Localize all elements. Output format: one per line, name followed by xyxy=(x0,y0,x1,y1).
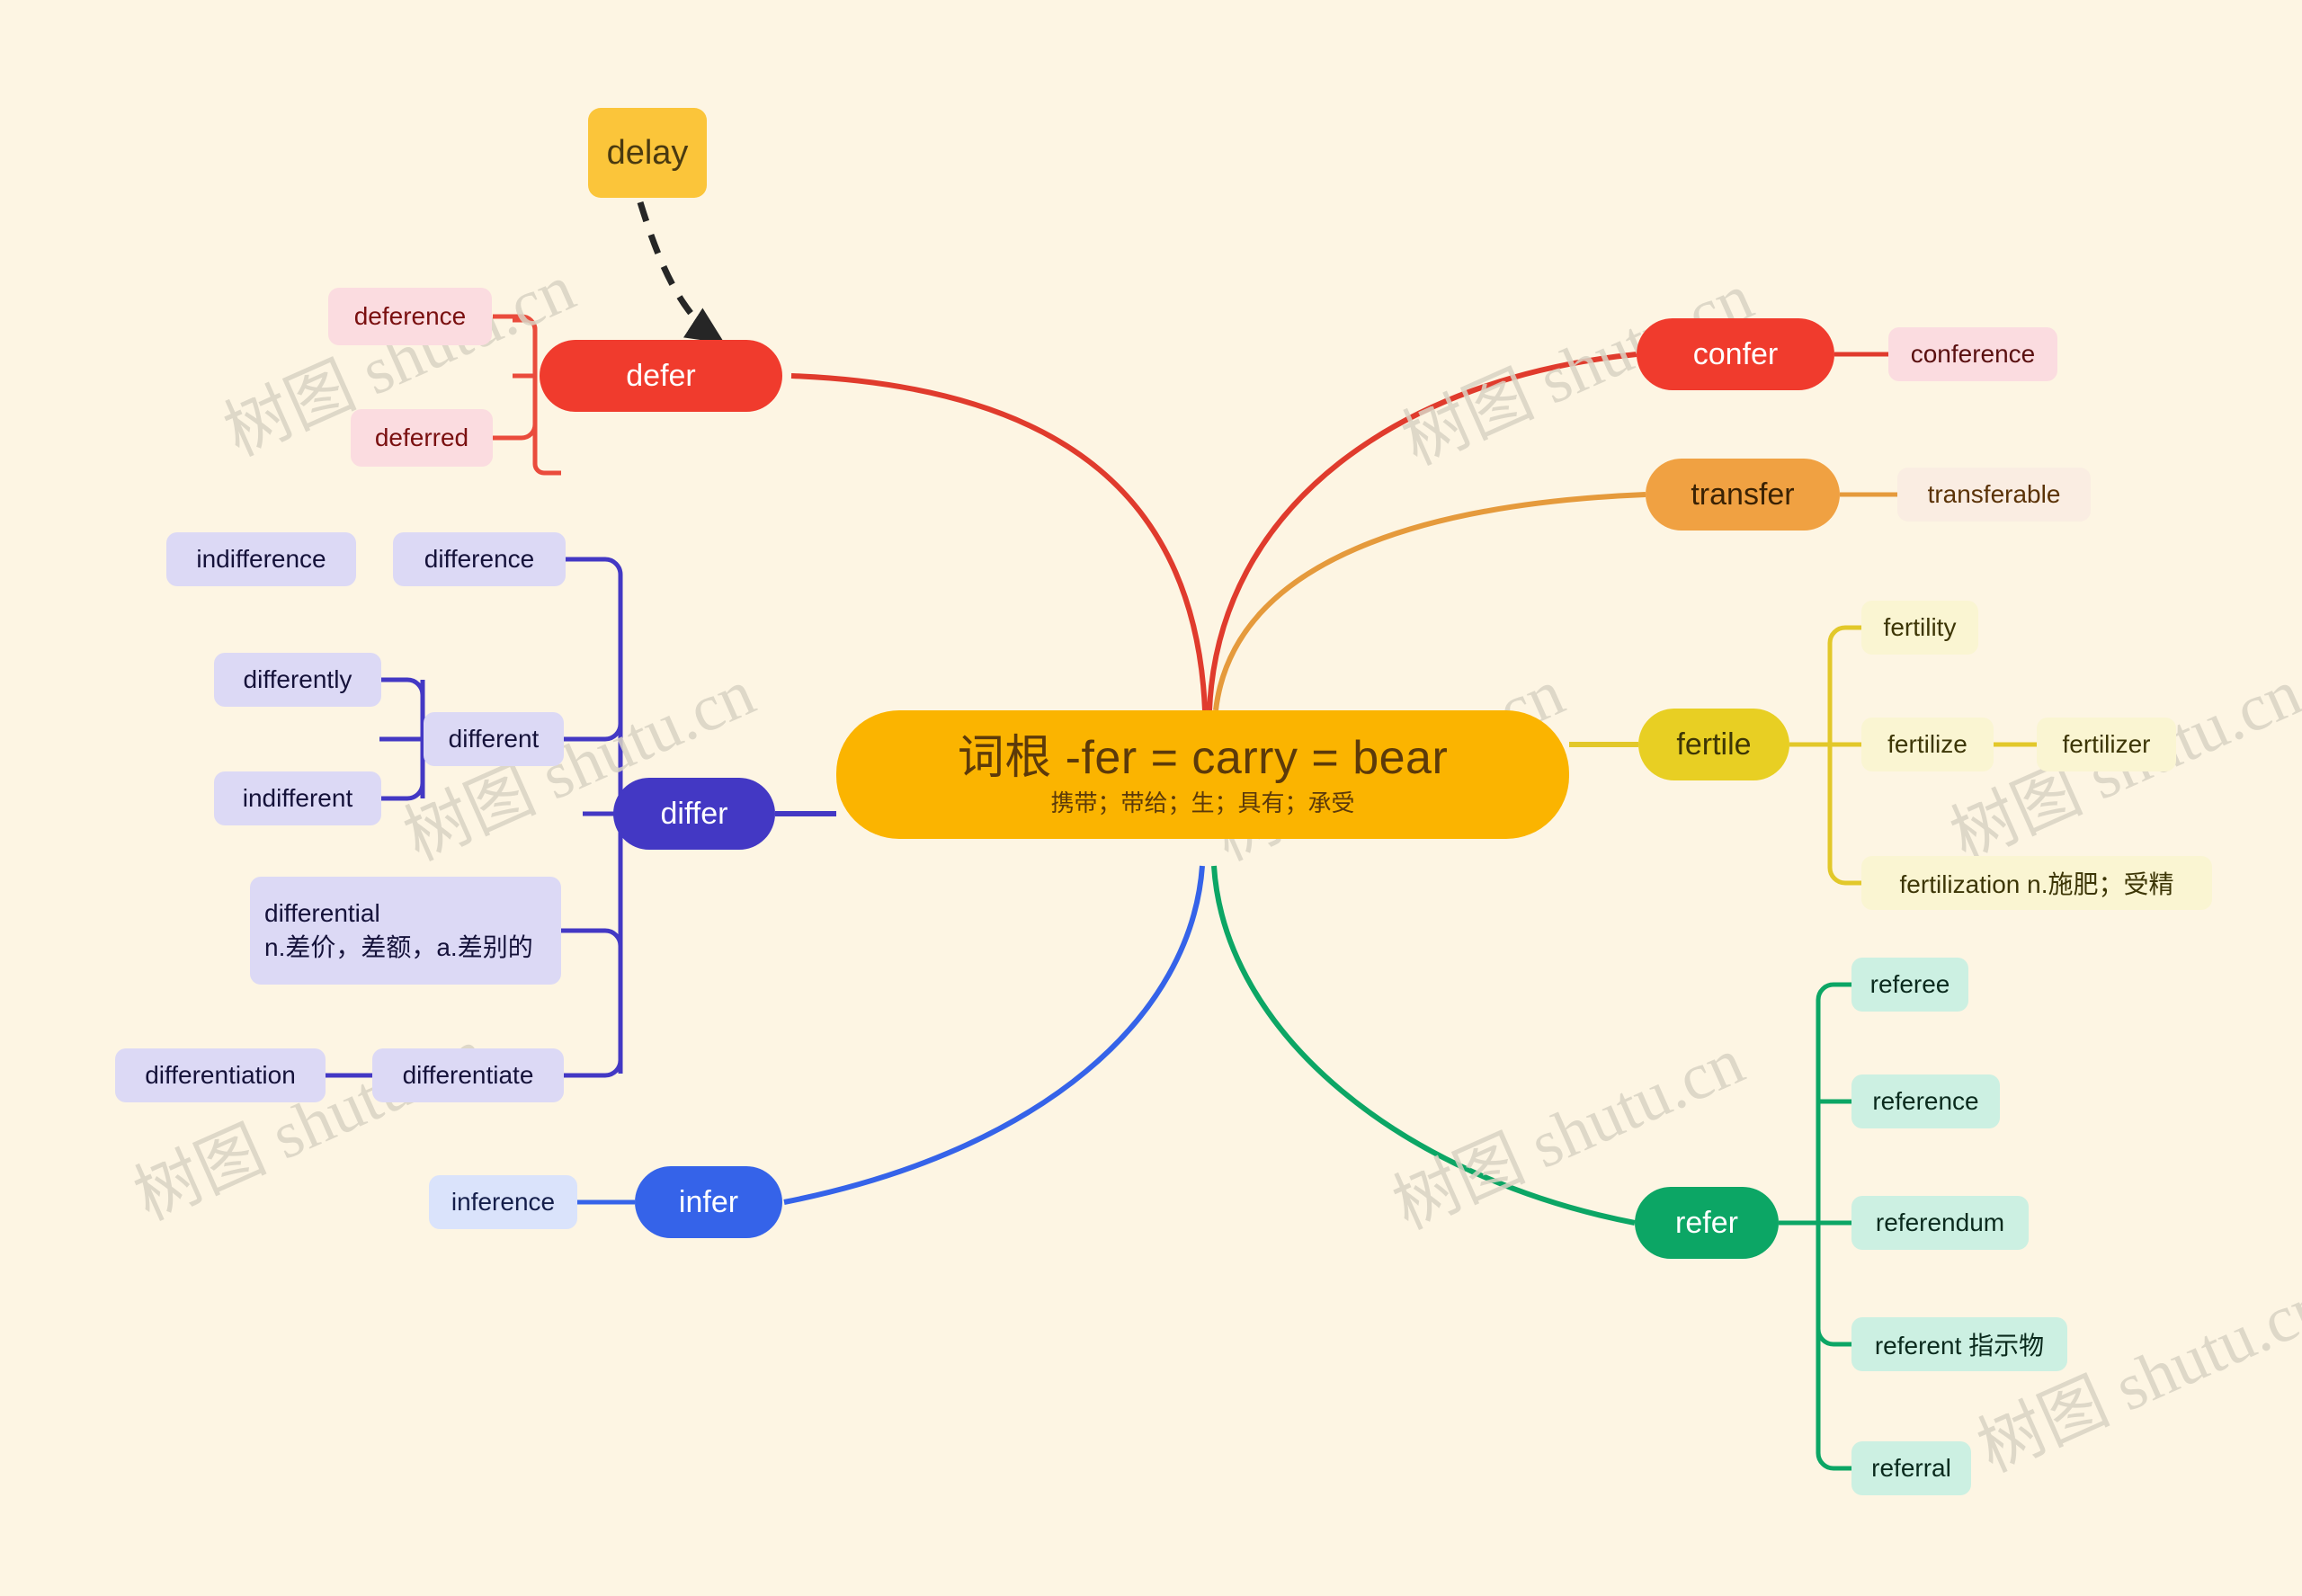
leaf-indifference[interactable]: indifference xyxy=(166,532,356,586)
branch-node-fertile[interactable]: fertile xyxy=(1638,709,1789,780)
leaf-differently[interactable]: differently xyxy=(214,653,381,707)
leaf-transferable[interactable]: transferable xyxy=(1897,468,2091,522)
mindmap-canvas: 树图 shutu.cn 树图 shutu.cn 树图 shutu.cn 树图 shut… xyxy=(0,0,2302,1596)
edge-root-infer xyxy=(783,865,1205,1205)
leaf-deferred[interactable]: deferred xyxy=(351,409,493,467)
root-title: 词根 -fer = carry = bear xyxy=(957,732,1449,784)
edge-root-transfer xyxy=(1213,492,1646,711)
branch-node-refer[interactable]: refer xyxy=(1635,1187,1779,1259)
edge-differ-differential xyxy=(561,928,623,957)
leaf-differentiate[interactable]: differentiate xyxy=(372,1048,564,1102)
edge-refer-referee xyxy=(1816,982,1851,1001)
root-node[interactable]: 词根 -fer = carry = bear 携带；带给；生；具有；承受 xyxy=(836,710,1569,839)
leaf-fertility[interactable]: fertility xyxy=(1861,601,1978,655)
leaf-indifferent[interactable]: indifferent xyxy=(214,771,381,825)
edge-root-confer xyxy=(1207,352,1637,711)
leaf-reference[interactable]: reference xyxy=(1851,1074,2000,1128)
edge-root-refer xyxy=(1211,865,1636,1226)
leaf-inference[interactable]: inference xyxy=(429,1175,577,1229)
edge-differ-differentiate xyxy=(564,1048,623,1078)
edge-differ-different xyxy=(564,711,623,742)
leaf-fertilizer[interactable]: fertilizer xyxy=(2037,718,2176,771)
edge-different-indifferent xyxy=(381,771,425,801)
branch-node-defer[interactable]: defer xyxy=(540,340,782,412)
leaf-referral[interactable]: referral xyxy=(1851,1441,1971,1495)
leaf-differential[interactable]: differential n.差价，差额，a.差别的 xyxy=(250,877,561,985)
root-subtitle: 携带；带给；生；具有；承受 xyxy=(1050,789,1355,816)
leaf-fertilization[interactable]: fertilization n.施肥；受精 xyxy=(1861,856,2212,910)
edge-root-defer xyxy=(790,373,1208,711)
leaf-differentiation[interactable]: differentiation xyxy=(115,1048,326,1102)
leaf-differential-line1: differential xyxy=(264,899,380,928)
leaf-referee[interactable]: referee xyxy=(1851,958,1968,1012)
edge-refer-referent xyxy=(1816,1328,1851,1347)
edge-defer-deferred xyxy=(493,388,538,441)
delay-node[interactable]: delay xyxy=(588,108,707,198)
leaf-referendum[interactable]: referendum xyxy=(1851,1196,2029,1250)
leaf-different[interactable]: different xyxy=(424,712,564,766)
edge-differ-difference xyxy=(566,557,623,585)
leaf-conference[interactable]: conference xyxy=(1888,327,2057,381)
edge-fertile-fertilization xyxy=(1827,867,1861,886)
leaf-differential-line2: n.差价，差额，a.差别的 xyxy=(264,933,533,961)
edge-defer-deference2 xyxy=(493,314,538,366)
edge-different-differently xyxy=(381,677,425,706)
leaf-difference[interactable]: difference xyxy=(393,532,566,586)
branch-node-transfer[interactable]: transfer xyxy=(1646,459,1840,531)
edge-fertile-fertility xyxy=(1827,625,1861,644)
edge-delay-defer-dashed xyxy=(637,201,725,343)
leaf-referent[interactable]: referent 指示物 xyxy=(1851,1317,2067,1371)
leaf-fertilize[interactable]: fertilize xyxy=(1861,718,1994,771)
branch-node-confer[interactable]: confer xyxy=(1637,318,1834,390)
branch-node-infer[interactable]: infer xyxy=(635,1166,782,1238)
edge-refer-referral xyxy=(1816,1452,1851,1471)
branch-node-differ[interactable]: differ xyxy=(613,778,775,850)
leaf-deference[interactable]: deference xyxy=(328,288,492,345)
